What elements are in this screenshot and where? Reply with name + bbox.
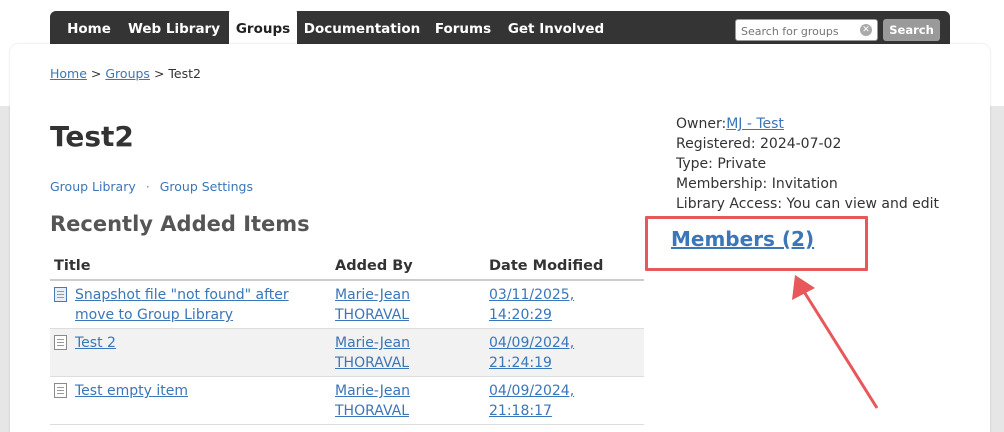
annotation-arrow-head	[792, 275, 815, 300]
annotation-arrow-icon	[792, 275, 879, 409]
annotation-arrow-line	[801, 289, 879, 409]
